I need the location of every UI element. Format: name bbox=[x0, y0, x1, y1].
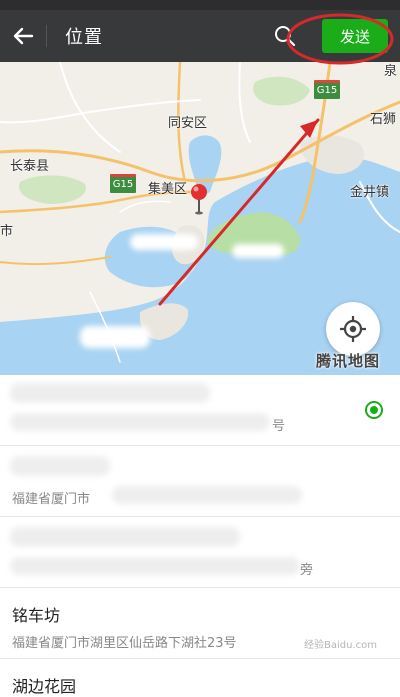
map-label-shi: 市 bbox=[0, 224, 14, 239]
place-address: 福建省厦门市湖里区仙岳路下湖社23号 bbox=[12, 636, 237, 651]
map-view[interactable]: 同安区 长泰县 集美区 金井镇 石狮 泉 市 G15 G15 腾讯地图 bbox=[0, 62, 400, 375]
place-name: 铭车坊 bbox=[12, 606, 61, 625]
locate-me-button[interactable] bbox=[326, 302, 380, 356]
page-title: 位置 bbox=[65, 27, 103, 48]
status-bar bbox=[0, 0, 400, 10]
obscured-label bbox=[130, 234, 198, 250]
map-pin-icon bbox=[191, 184, 207, 215]
highway-shield-g15: G15 bbox=[314, 80, 340, 99]
place-address-suffix: 旁 bbox=[300, 563, 314, 578]
map-provider-logo: 腾讯地图 bbox=[316, 352, 381, 370]
obscured-text bbox=[10, 413, 270, 431]
place-address-suffix: 号 bbox=[272, 419, 286, 434]
map-label-changtai: 长泰县 bbox=[10, 159, 50, 174]
arrow-left-icon bbox=[13, 27, 34, 45]
place-name: 湖边花园 bbox=[12, 677, 77, 696]
obscured-text bbox=[10, 557, 300, 575]
obscured-text bbox=[10, 456, 110, 476]
list-item[interactable]: 旁 bbox=[0, 517, 400, 588]
obscured-text bbox=[112, 486, 302, 504]
send-button[interactable]: 发送 bbox=[322, 19, 388, 53]
map-label-jinjing: 金井镇 bbox=[350, 185, 390, 200]
obscured-text bbox=[10, 383, 210, 403]
selected-radio-indicator bbox=[365, 401, 383, 419]
back-button[interactable] bbox=[0, 10, 46, 62]
search-icon bbox=[275, 26, 296, 47]
map-label-quan: 泉 bbox=[384, 64, 398, 79]
map-label-shishi: 石狮 bbox=[370, 112, 397, 127]
obscured-label bbox=[232, 244, 284, 258]
top-navigation-bar: 位置 发送 bbox=[0, 10, 400, 62]
map-label-tongan: 同安区 bbox=[168, 116, 208, 131]
map-label-jimei: 集美区 bbox=[148, 182, 188, 197]
list-item[interactable]: 号 bbox=[0, 375, 400, 446]
obscured-text bbox=[10, 527, 240, 547]
list-item[interactable]: 福建省厦门市 bbox=[0, 446, 400, 517]
search-button[interactable] bbox=[272, 23, 298, 49]
navbar-divider bbox=[46, 25, 47, 47]
highway-shield-g15: G15 bbox=[110, 174, 136, 193]
watermark: 经验Baidu.com bbox=[304, 640, 377, 651]
obscured-label bbox=[80, 326, 150, 348]
place-address: 福建省厦门市 bbox=[12, 492, 91, 507]
crosshair-icon bbox=[340, 316, 366, 342]
list-item[interactable]: 湖边花园 bbox=[0, 659, 400, 696]
